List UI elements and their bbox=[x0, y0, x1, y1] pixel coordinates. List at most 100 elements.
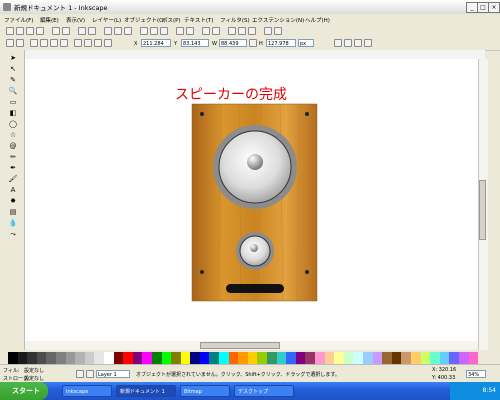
dropper-tool-icon[interactable]: 💧 bbox=[8, 219, 18, 228]
palette-swatch[interactable] bbox=[123, 352, 133, 364]
xml-editor-icon[interactable] bbox=[248, 27, 256, 35]
group-icon[interactable] bbox=[202, 27, 210, 35]
start-button[interactable]: スタート bbox=[0, 382, 48, 400]
flip-horizontal-icon[interactable] bbox=[50, 39, 58, 47]
menu-help[interactable]: ヘルプ(H) bbox=[305, 16, 330, 24]
palette-swatch[interactable] bbox=[113, 352, 124, 364]
preferences-icon[interactable] bbox=[274, 27, 282, 35]
ungroup-icon[interactable] bbox=[212, 27, 220, 35]
copy-icon[interactable] bbox=[104, 27, 112, 35]
h-field[interactable]: 127.978 bbox=[266, 39, 296, 47]
system-tray-clock[interactable]: 8:54 bbox=[450, 382, 500, 400]
palette-swatch[interactable] bbox=[401, 352, 411, 364]
layer-select[interactable]: Layer 1 bbox=[96, 370, 130, 378]
palette-swatch[interactable] bbox=[410, 352, 421, 364]
palette-swatch[interactable] bbox=[391, 352, 402, 364]
palette-swatch[interactable] bbox=[142, 352, 152, 364]
palette-swatch[interactable] bbox=[84, 352, 95, 364]
palette-swatch[interactable] bbox=[468, 352, 479, 364]
y-field[interactable]: 83.143 bbox=[181, 39, 209, 47]
taskbar-item-bitmap[interactable]: Bitmap bbox=[180, 385, 230, 397]
palette-swatch[interactable] bbox=[372, 352, 383, 364]
gradient-tool-icon[interactable]: ▤ bbox=[8, 208, 18, 217]
palette-swatch[interactable] bbox=[75, 352, 85, 364]
taskbar-item-inkscape[interactable]: Inkscape bbox=[62, 385, 112, 397]
raise-top-icon[interactable] bbox=[74, 39, 82, 47]
spray-tool-icon[interactable]: ✸ bbox=[8, 197, 18, 206]
zoom-tool-icon[interactable]: 🔍 bbox=[8, 87, 18, 96]
zoom-drawing-icon[interactable] bbox=[150, 27, 158, 35]
export-icon[interactable] bbox=[62, 27, 70, 35]
zoom-selection-icon[interactable] bbox=[140, 27, 148, 35]
stroke-value[interactable]: 設定なし bbox=[24, 375, 44, 382]
x-field[interactable]: 211.284 bbox=[141, 39, 171, 47]
palette-swatch[interactable] bbox=[132, 352, 143, 364]
layer-visibility-icon[interactable] bbox=[76, 370, 84, 378]
drawing-canvas[interactable]: スピーカーの完成 bbox=[25, 59, 478, 350]
palette-swatch[interactable] bbox=[267, 352, 277, 364]
palette-swatch[interactable] bbox=[228, 352, 239, 364]
star-tool-icon[interactable]: ☆ bbox=[8, 131, 18, 140]
palette-swatch[interactable] bbox=[382, 352, 392, 364]
node-tool-icon[interactable]: ↖ bbox=[8, 65, 18, 74]
menu-text[interactable]: テキスト(T) bbox=[184, 16, 214, 24]
text-tool-icon[interactable]: A bbox=[8, 186, 18, 195]
palette-swatch[interactable] bbox=[449, 352, 459, 364]
fill-stroke-icon[interactable] bbox=[228, 27, 236, 35]
flip-vertical-icon[interactable] bbox=[60, 39, 68, 47]
palette-swatch[interactable] bbox=[430, 352, 440, 364]
menu-layer[interactable]: レイヤー(L) bbox=[92, 16, 121, 24]
unit-select[interactable]: px bbox=[298, 39, 314, 47]
taskbar-item-desktop[interactable]: デスクトップ bbox=[234, 385, 294, 397]
align-distribute-icon[interactable] bbox=[264, 27, 272, 35]
palette-swatch[interactable] bbox=[219, 352, 229, 364]
scale-stroke-icon[interactable] bbox=[334, 39, 342, 47]
palette-swatch[interactable] bbox=[180, 352, 191, 364]
import-icon[interactable] bbox=[52, 27, 60, 35]
palette-swatch[interactable] bbox=[295, 352, 306, 364]
palette-swatch[interactable] bbox=[247, 352, 258, 364]
palette-swatch[interactable] bbox=[46, 352, 56, 364]
pencil-tool-icon[interactable]: ✏ bbox=[8, 153, 18, 162]
scale-corners-icon[interactable] bbox=[344, 39, 352, 47]
close-button[interactable]: × bbox=[488, 2, 500, 13]
zoom-page-icon[interactable] bbox=[160, 27, 168, 35]
palette-swatch[interactable] bbox=[161, 352, 172, 364]
3d-box-tool-icon[interactable]: ◧ bbox=[8, 109, 18, 118]
palette-swatch[interactable] bbox=[151, 352, 162, 364]
palette-swatch[interactable] bbox=[276, 352, 287, 364]
palette-swatch[interactable] bbox=[238, 352, 248, 364]
palette-swatch[interactable] bbox=[257, 352, 268, 364]
palette-swatch[interactable] bbox=[103, 352, 114, 364]
palette-swatch[interactable] bbox=[315, 352, 325, 364]
spiral-tool-icon[interactable]: @ bbox=[8, 142, 18, 151]
rotate-cw-icon[interactable] bbox=[40, 39, 48, 47]
redo-icon[interactable] bbox=[88, 27, 96, 35]
paste-icon[interactable] bbox=[124, 27, 132, 35]
save-icon[interactable] bbox=[26, 27, 34, 35]
palette-swatch[interactable] bbox=[94, 352, 104, 364]
taskbar-item-document[interactable]: 新規ドキュメント 1 bbox=[116, 385, 176, 397]
move-gradients-icon[interactable] bbox=[354, 39, 362, 47]
open-icon[interactable] bbox=[16, 27, 24, 35]
menu-file[interactable]: ファイル(F) bbox=[4, 16, 33, 24]
print-icon[interactable] bbox=[36, 27, 44, 35]
undo-icon[interactable] bbox=[78, 27, 86, 35]
text-font-icon[interactable] bbox=[238, 27, 246, 35]
menu-object[interactable]: オブジェクト(O) bbox=[124, 16, 166, 24]
menu-filters[interactable]: フィルタ(S) bbox=[220, 16, 250, 24]
palette-swatch[interactable] bbox=[209, 352, 220, 364]
palette-swatch[interactable] bbox=[343, 352, 354, 364]
horizontal-scroll-thumb[interactable] bbox=[200, 342, 280, 349]
layer-lock-icon[interactable] bbox=[86, 370, 94, 378]
palette-swatch[interactable] bbox=[458, 352, 469, 364]
palette-swatch[interactable] bbox=[36, 352, 47, 364]
w-field[interactable]: 88.439 bbox=[219, 39, 247, 47]
raise-icon[interactable] bbox=[84, 39, 92, 47]
palette-swatch[interactable] bbox=[305, 352, 315, 364]
new-document-icon[interactable] bbox=[6, 27, 14, 35]
fill-value[interactable]: 設定なし bbox=[24, 367, 44, 374]
select-all-icon[interactable] bbox=[6, 39, 14, 47]
palette-swatch[interactable] bbox=[362, 352, 373, 364]
pen-tool-icon[interactable]: ✒ bbox=[8, 164, 18, 173]
